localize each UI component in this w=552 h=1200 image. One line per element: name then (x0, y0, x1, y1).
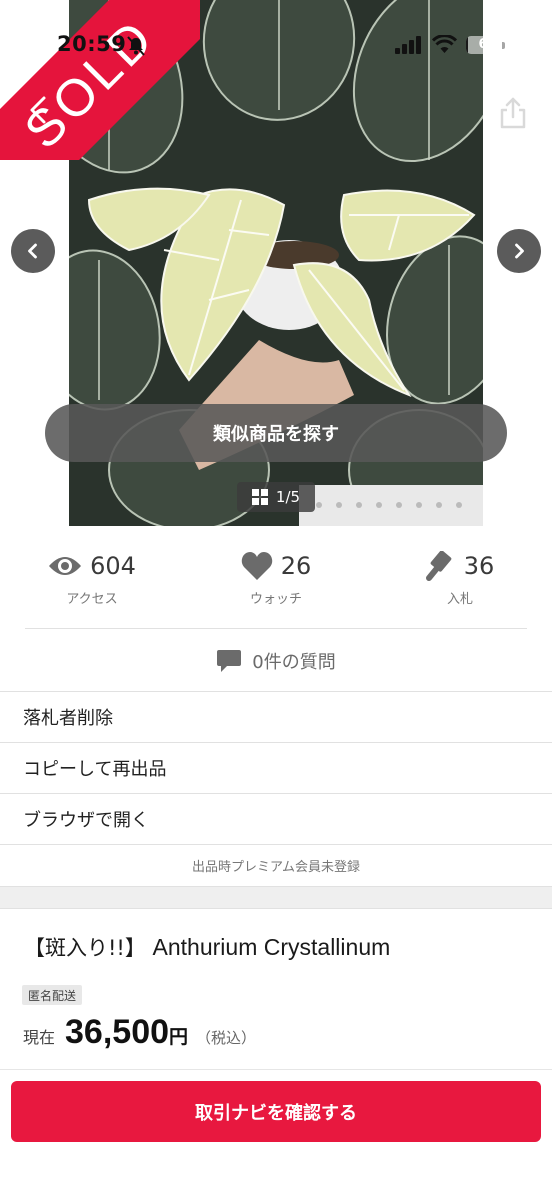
bid-count: 36 (463, 552, 495, 580)
price-row: 現在 36,500 円 （税込） (23, 1013, 256, 1055)
copy-relist-item[interactable]: コピーして再出品 (0, 742, 552, 793)
next-image-button[interactable] (497, 229, 541, 273)
previous-image-button[interactable] (11, 229, 55, 273)
grid-icon (251, 489, 268, 505)
questions-label: 0件の質問 (252, 652, 336, 673)
stats-row: 604 アクセス 26 ウォッチ 36 入札 (0, 548, 552, 610)
comment-icon (217, 650, 242, 672)
price-currency: 円 (169, 1026, 189, 1048)
back-button[interactable] (20, 90, 60, 130)
price-value: 36,500 (65, 1013, 170, 1051)
premium-note: 出品時プレミアム会員未登録 (0, 844, 552, 887)
chevron-left-icon (30, 96, 46, 124)
chevron-left-icon (28, 243, 37, 259)
find-similar-button[interactable]: 類似商品を探す (45, 404, 507, 462)
status-bar: 20:59 6 (0, 0, 552, 90)
divider (25, 628, 527, 629)
gavel-icon (425, 551, 452, 581)
status-time: 20:59 (57, 32, 127, 56)
anonymous-shipping-badge: 匿名配送 (22, 985, 83, 1005)
signal-icon (395, 36, 421, 54)
eye-icon (49, 557, 82, 575)
heart-icon (241, 552, 272, 580)
check-transaction-button[interactable]: 取引ナビを確認する (11, 1081, 541, 1142)
watch-label: ウォッチ (249, 592, 302, 607)
item-title: 【斑入り!!】 Anthurium Crystallinum (24, 932, 390, 962)
action-menu: 落札者削除 コピーして再出品 ブラウザで開く 出品時プレミアム会員未登録 (0, 691, 552, 887)
questions-link[interactable]: 0件の質問 (0, 640, 552, 682)
access-label: アクセス (66, 592, 118, 607)
stat-watch[interactable]: 26 ウォッチ (184, 548, 368, 610)
item-title-prefix: 【斑入り!!】 (24, 936, 146, 960)
image-counter[interactable]: 1/5 (237, 482, 315, 512)
stat-access: 604 アクセス (0, 548, 184, 610)
open-in-browser-item[interactable]: ブラウザで開く (0, 793, 552, 844)
image-counter-text: 1/5 (275, 488, 301, 506)
watch-count: 26 (280, 552, 312, 580)
battery-level-text: 6 (478, 37, 488, 52)
battery-icon: 6 (466, 36, 506, 55)
price-tax-note: （税込） (196, 1029, 257, 1047)
item-photo-area: SOLD 20:59 6 類似商品を探す 1/5 (0, 0, 552, 526)
bell-muted-icon (127, 36, 145, 56)
divider (0, 1069, 552, 1070)
price-label: 現在 (23, 1028, 56, 1047)
stat-bids[interactable]: 36 入札 (368, 548, 552, 610)
access-count: 604 (90, 552, 136, 580)
share-button[interactable] (497, 96, 529, 130)
wifi-icon (432, 35, 457, 53)
share-icon (500, 97, 526, 129)
section-separator (0, 887, 552, 909)
bids-label: 入札 (446, 592, 473, 607)
item-title-name: Anthurium Crystallinum (152, 934, 391, 960)
remove-winner-item[interactable]: 落札者削除 (0, 691, 552, 742)
chevron-right-icon (515, 243, 524, 259)
